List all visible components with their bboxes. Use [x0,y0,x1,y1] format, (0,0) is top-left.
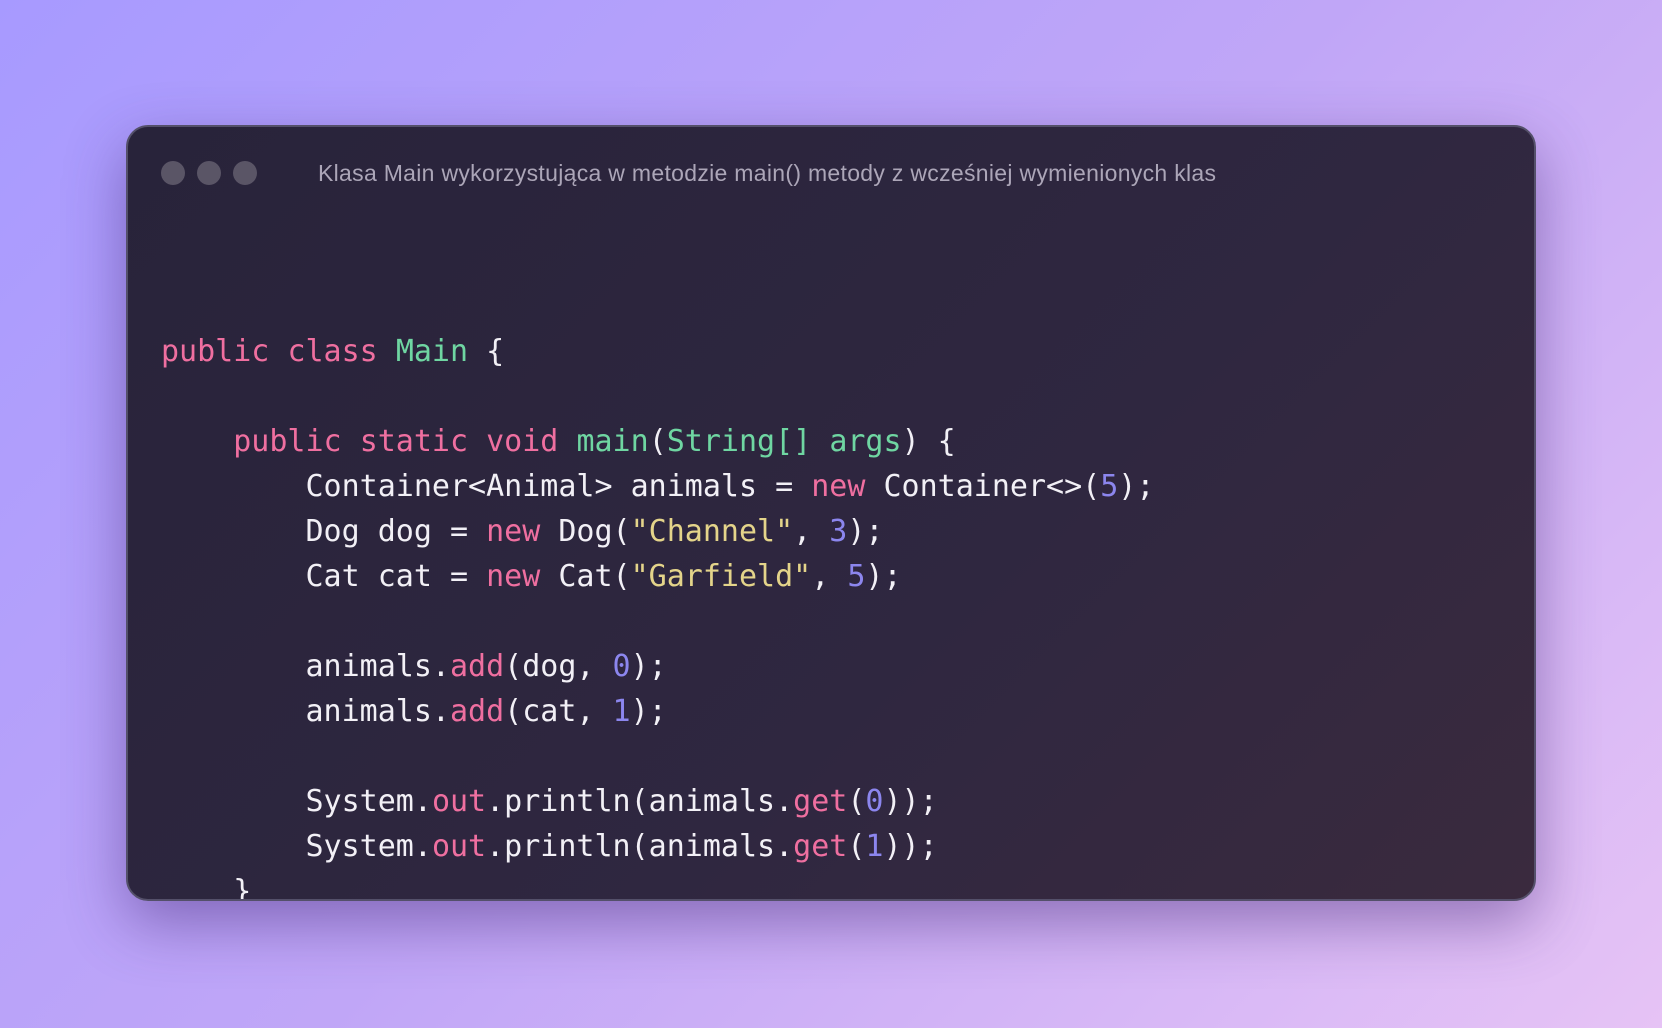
code-text: )); [883,784,938,819]
code-line: public static void main(String[] args) { [161,419,1154,464]
code-text: ); [1118,469,1155,504]
code-text: } [161,874,252,901]
code-text: ); [630,694,667,729]
code-text: System. [161,829,432,864]
code-line: animals.add(cat, 1); [161,689,1154,734]
string-literal: "Channel" [630,514,794,549]
code-text: (cat, [504,694,613,729]
code-line: Container<Animal> animals = new Containe… [161,464,1154,509]
keyword: add [449,694,505,729]
code-text: ); [865,559,902,594]
keyword: class [287,334,378,369]
keyword: public [233,424,342,459]
identifier: main [576,424,649,459]
code-window: Klasa Main wykorzystująca w metodzie mai… [126,125,1536,901]
code-line: } [161,869,1154,901]
code-text: .println(animals. [486,784,794,819]
keyword: new [811,469,866,504]
code-text: .println(animals. [486,829,794,864]
code-text: System. [161,784,432,819]
code-line: Cat cat = new Cat("Garfield", 5); [161,554,1154,599]
code-text: Dog( [540,514,631,549]
code-line: animals.add(dog, 0); [161,644,1154,689]
keyword: void [486,424,559,459]
maximize-window-icon[interactable] [233,161,257,185]
code-text: animals. [161,694,450,729]
code-text: { [468,334,505,369]
keyword: out [431,784,487,819]
code-text: animals. [161,649,450,684]
number-literal: 3 [829,514,848,549]
code-line: Dog dog = new Dog("Channel", 3); [161,509,1154,554]
keyword: get [793,784,848,819]
code-text: Cat cat = [161,559,487,594]
code-text: Cat( [540,559,631,594]
code-text: ( [847,784,866,819]
keyword: add [449,649,505,684]
identifier: String[] [666,424,812,459]
code-text: ( [648,424,667,459]
keyword: static [359,424,469,459]
window-title: Klasa Main wykorzystująca w metodzie mai… [318,160,1217,186]
code-text: ); [630,649,667,684]
code-text: , [793,514,830,549]
close-window-icon[interactable] [161,161,185,185]
number-literal: 0 [865,784,884,819]
code-line: System.out.println(animals.get(0)); [161,779,1154,824]
code-text: ) { [901,424,956,459]
number-literal: 5 [847,559,866,594]
code-text: ( [847,829,866,864]
number-literal: 1 [612,694,631,729]
code-text: Container<>( [865,469,1101,504]
identifier: Main [395,334,469,369]
identifier: args [829,424,902,459]
number-literal: 1 [865,829,884,864]
code-text: Container<Animal> animals = [161,469,812,504]
code-text: , [811,559,848,594]
keyword: new [486,559,541,594]
code-text: )); [883,829,938,864]
code-block: public class Main { public static void m… [161,329,1154,901]
keyword: get [793,829,848,864]
code-line: public class Main { [161,329,1154,374]
code-text: Dog dog = [161,514,487,549]
code-text: (dog, [504,649,613,684]
string-literal: "Garfield" [630,559,812,594]
title-bar: Klasa Main wykorzystująca w metodzie mai… [128,127,1534,219]
keyword: out [431,829,487,864]
number-literal: 5 [1100,469,1119,504]
minimize-window-icon[interactable] [197,161,221,185]
number-literal: 0 [612,649,631,684]
keyword: public [161,334,270,369]
code-line: System.out.println(animals.get(1)); [161,824,1154,869]
code-text: ); [847,514,884,549]
keyword: new [486,514,541,549]
